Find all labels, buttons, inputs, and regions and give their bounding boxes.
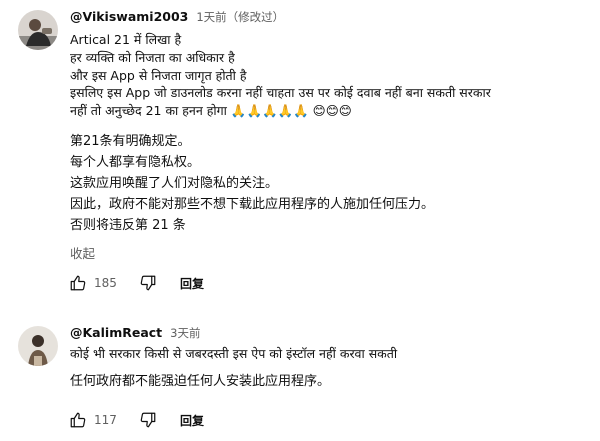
comment-text-line: 否则将违反第 21 条 — [70, 217, 186, 233]
edited-label: （修改过） — [226, 10, 285, 24]
reply-button[interactable]: 回复 — [180, 412, 204, 429]
thumb-down-icon[interactable] — [136, 271, 160, 295]
like-count: 185 — [94, 276, 117, 290]
avatar[interactable] — [18, 326, 58, 366]
comment-actions: 185 回复 — [66, 271, 204, 295]
comment-text-line: इसलिए इस App जो डाउनलोड करना नहीं चाहता … — [70, 85, 491, 101]
author-name[interactable]: @Vikiswami2003 — [70, 9, 188, 24]
comment-body: Artical 21 में लिखा है हर व्यक्ति को निज… — [70, 31, 491, 236]
collapse-button[interactable]: 收起 — [70, 243, 95, 262]
comment-header: @Vikiswami2003 1天前（修改过） — [70, 8, 284, 26]
comment-header: @KalimReact 3天前 — [70, 324, 200, 342]
author-name[interactable]: @KalimReact — [70, 325, 162, 340]
comment-text-line: हर व्यक्ति को निजता का अधिकार है — [70, 49, 235, 65]
comment-text-line: 第21条有明确规定。 — [70, 133, 191, 149]
comment-body: कोई भी सरकार किसी से जबरदस्ती इस ऐप को इ… — [70, 345, 397, 392]
avatar[interactable] — [18, 10, 58, 50]
like-count: 117 — [94, 413, 117, 427]
comment-text-line: 这款应用唤醒了人们对隐私的关注。 — [70, 175, 279, 191]
timestamp[interactable]: 1天前 — [196, 10, 226, 24]
timestamp[interactable]: 3天前 — [170, 326, 200, 340]
comment-text-line: और इस App से निजता जागृत होती है — [70, 67, 247, 83]
comment-text-line: 任何政府都不能强迫任何人安装此应用程序。 — [70, 373, 331, 389]
comment-actions: 117 回复 — [66, 408, 204, 432]
comment-thread-1: @Vikiswami2003 1天前（修改过） Artical 21 में ल… — [0, 0, 600, 300]
reply-button[interactable]: 回复 — [180, 275, 204, 292]
comment-text-line: कोई भी सरकार किसी से जबरदस्ती इस ऐप को इ… — [70, 346, 398, 361]
comment-text-line: नहीं तो अनुच्छेद 21 का हनन होगा 🙏🙏🙏🙏🙏 😊😊… — [70, 103, 352, 119]
thumb-up-icon[interactable] — [66, 271, 90, 295]
comment-text-line: 每个人都享有隐私权。 — [70, 154, 201, 170]
thumb-up-icon[interactable] — [66, 408, 90, 432]
comment-thread-2: @KalimReact 3天前 कोई भी सरकार किसी से जबर… — [0, 318, 600, 441]
thumb-down-icon[interactable] — [136, 408, 160, 432]
comment-text-line: Artical 21 में लिखा है — [70, 32, 182, 47]
comment-text-line: 因此，政府不能对那些不想下载此应用程序的人施加任何压力。 — [70, 196, 435, 212]
